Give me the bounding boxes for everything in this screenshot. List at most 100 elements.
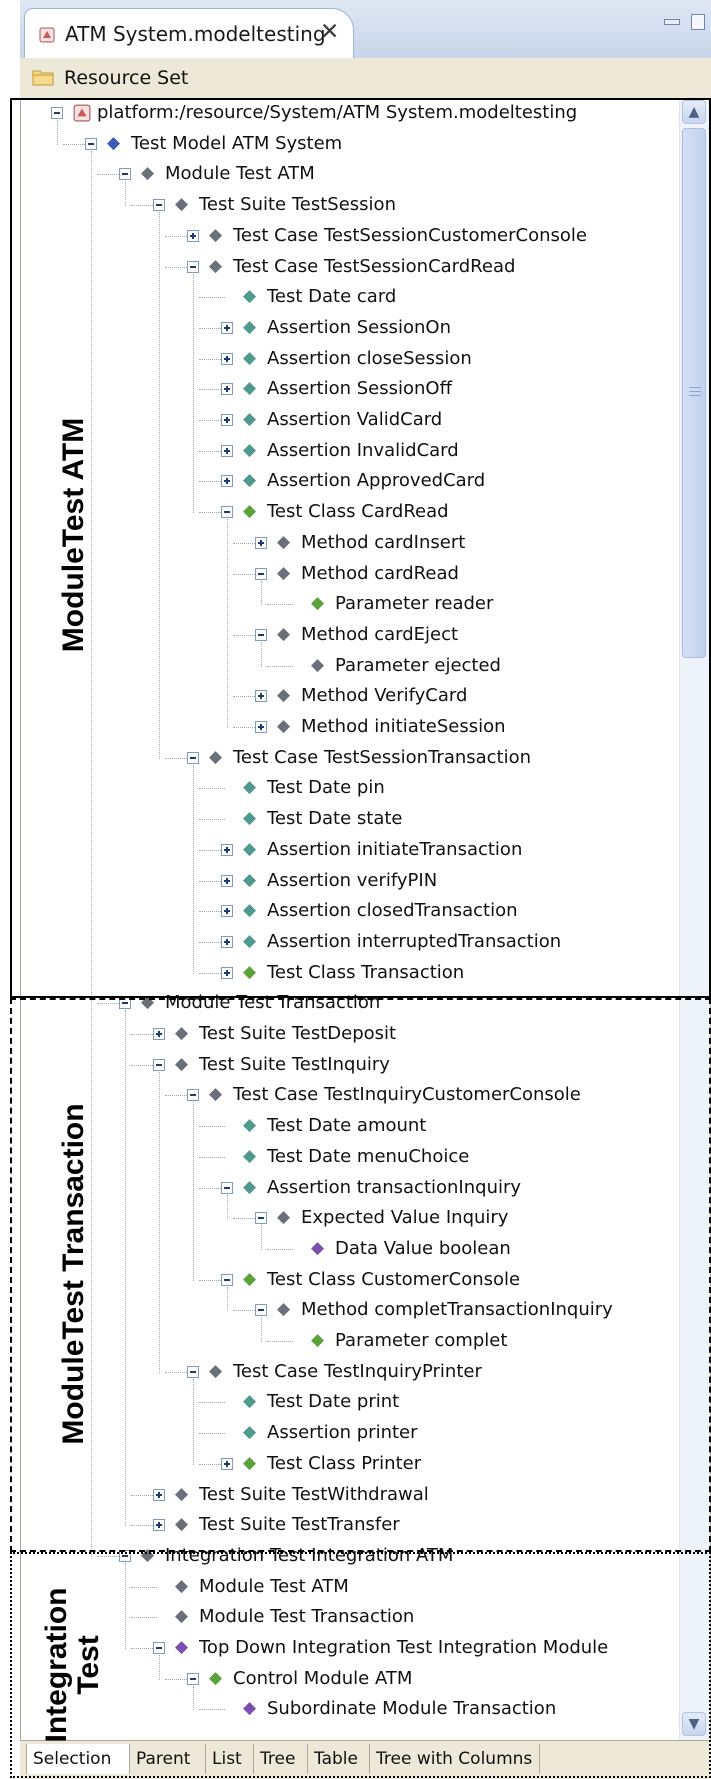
tree-node[interactable]: ◆ Module Test Transaction <box>21 1604 681 1634</box>
collapse-icon[interactable] <box>255 628 267 641</box>
tab-tree-with-columns[interactable]: Tree with Columns <box>370 1744 540 1774</box>
tree-node[interactable]: ◆ Test Date card <box>21 284 681 314</box>
collapse-icon[interactable] <box>187 260 199 273</box>
tree-node[interactable]: ◆ Parameter reader <box>21 591 681 621</box>
collapse-icon[interactable] <box>255 1212 267 1225</box>
tree-node[interactable]: ◆ Assertion transactionInquiry <box>21 1175 681 1205</box>
tree-node[interactable]: ◆ Integration Test Integration ATM <box>21 1543 681 1573</box>
tab-list[interactable]: List <box>206 1744 254 1774</box>
expand-icon[interactable] <box>221 444 233 457</box>
tree-node[interactable]: ◆ Method cardInsert <box>21 530 681 560</box>
expand-icon[interactable] <box>153 1488 165 1501</box>
tree-node[interactable]: ◆ Assertion closedTransaction <box>21 898 681 928</box>
collapse-icon[interactable] <box>187 1089 199 1102</box>
tree-node[interactable]: ◆ Test Suite TestTransfer <box>21 1512 681 1542</box>
tree-node[interactable]: ◆ Test Suite TestWithdrawal <box>21 1482 681 1512</box>
tree-node[interactable]: ◆ Subordinate Module Transaction <box>21 1696 681 1726</box>
tree-node[interactable]: ◆ Test Date state <box>21 806 681 836</box>
tree-node[interactable]: ◆ Assertion SessionOn <box>21 315 681 345</box>
collapse-icon[interactable] <box>221 1181 233 1194</box>
expand-icon[interactable] <box>221 966 233 979</box>
expand-icon[interactable] <box>153 1519 165 1532</box>
tree-node[interactable]: ◆ Test Case TestInquiryPrinter <box>21 1359 681 1389</box>
expand-icon[interactable] <box>221 935 233 948</box>
collapse-icon[interactable] <box>51 107 63 119</box>
tree-node[interactable]: ◆ Assertion SessionOff <box>21 376 681 406</box>
scroll-up-icon[interactable]: ▲ <box>682 100 706 124</box>
collapse-icon[interactable] <box>119 1549 131 1562</box>
editor-tab[interactable]: ATM System.modeltesting ✕ <box>24 8 354 58</box>
tab-parent[interactable]: Parent <box>130 1744 206 1774</box>
collapse-icon[interactable] <box>187 751 199 764</box>
tree-node[interactable]: ◆ Assertion ValidCard <box>21 407 681 437</box>
maximize-icon[interactable] <box>691 13 705 30</box>
expand-icon[interactable] <box>187 229 199 242</box>
tree-node[interactable]: ◆ Method completTransactionInquiry <box>21 1297 681 1327</box>
tree-node[interactable]: ◆ Module Test ATM <box>21 1574 681 1604</box>
tree-node[interactable]: ◆ Test Case TestSessionCustomerConsole <box>21 223 681 253</box>
collapse-icon[interactable] <box>255 1304 267 1317</box>
tree-node[interactable]: ◆ Method cardRead <box>21 561 681 591</box>
expand-icon[interactable] <box>221 475 233 488</box>
tab-tree[interactable]: Tree <box>254 1744 308 1774</box>
tree-node[interactable]: ◆ Test Case TestSessionTransaction <box>21 745 681 775</box>
tree-node[interactable]: ◆ Parameter complet <box>21 1328 681 1358</box>
expand-icon[interactable] <box>255 721 267 733</box>
expand-icon[interactable] <box>255 536 267 549</box>
tree-node[interactable]: ◆ Test Suite TestSession <box>21 192 681 222</box>
tree-node[interactable]: ◆ Top Down Integration Test Integration M… <box>21 1635 681 1665</box>
expand-icon[interactable] <box>221 383 233 396</box>
collapse-icon[interactable] <box>153 1642 165 1654</box>
tree-node[interactable]: ◆ Test Date pin <box>21 775 681 805</box>
tree-node[interactable]: ◆ Assertion closeSession <box>21 346 681 376</box>
close-icon[interactable]: ✕ <box>320 19 339 45</box>
expand-icon[interactable] <box>255 690 267 703</box>
collapse-icon[interactable] <box>119 997 131 1010</box>
collapse-icon[interactable] <box>187 1365 199 1378</box>
tree-node[interactable]: ◆ Test Date print <box>21 1389 681 1419</box>
tree-node[interactable]: ◆ Assertion verifyPIN <box>21 868 681 898</box>
tree-node[interactable]: ◆ Assertion interruptedTransaction <box>21 929 681 959</box>
tree-node[interactable]: ◆ Expected Value Inquiry <box>21 1205 681 1235</box>
expand-icon[interactable] <box>153 1028 165 1040</box>
collapse-icon[interactable] <box>221 1273 233 1286</box>
tree-node[interactable]: ◆ Test Suite TestDeposit <box>21 1021 681 1051</box>
tree-node[interactable]: ◆ Test Suite TestInquiry <box>21 1052 681 1082</box>
expand-icon[interactable] <box>221 905 233 918</box>
collapse-icon[interactable] <box>255 567 267 580</box>
tree-node[interactable]: ◆ Assertion initiateTransaction <box>21 837 681 867</box>
minimize-icon[interactable] <box>664 18 681 25</box>
expand-icon[interactable] <box>221 874 233 887</box>
tree-node[interactable]: ◆ Test Class CustomerConsole <box>21 1267 681 1297</box>
tab-table[interactable]: Table <box>308 1744 370 1774</box>
tree-node[interactable]: ◆ Test Case TestSessionCardRead <box>21 254 681 284</box>
collapse-icon[interactable] <box>153 199 165 212</box>
tree-node[interactable]: ◆ Test Date amount <box>21 1113 681 1143</box>
collapse-icon[interactable] <box>187 1672 199 1685</box>
scrollbar-thumb[interactable] <box>682 128 706 658</box>
tree-node[interactable]: ◆ Method initiateSession <box>21 714 681 744</box>
tree-node[interactable]: ◆ Test Class CardRead <box>21 499 681 529</box>
tree-node[interactable]: platform:/resource/System/ATM System.mod… <box>21 100 681 130</box>
collapse-icon[interactable] <box>221 506 233 519</box>
tree-node[interactable]: ◆ Module Test ATM <box>21 161 681 191</box>
tree-node[interactable]: ◆ Test Class Printer <box>21 1451 681 1481</box>
tree-node[interactable]: ◆ Assertion InvalidCard <box>21 438 681 468</box>
expand-icon[interactable] <box>221 414 233 426</box>
collapse-icon[interactable] <box>153 1058 165 1071</box>
scroll-down-icon[interactable]: ▼ <box>682 1712 706 1736</box>
expand-icon[interactable] <box>221 352 233 365</box>
tree-node[interactable]: ◆ Test Class Transaction <box>21 960 681 990</box>
tree-node[interactable]: ◆ Method cardEject <box>21 622 681 652</box>
tree-node[interactable]: ◆ Parameter ejected <box>21 653 681 683</box>
collapse-icon[interactable] <box>85 137 97 150</box>
tree-node[interactable]: ◆ Test Model ATM System <box>21 131 681 161</box>
collapse-icon[interactable] <box>119 168 131 181</box>
tree-node[interactable]: ◆ Data Value boolean <box>21 1236 681 1266</box>
expand-icon[interactable] <box>221 843 233 856</box>
expand-icon[interactable] <box>221 1457 233 1470</box>
tree-node[interactable]: ◆ Module Test Transaction <box>21 990 681 1020</box>
tree-node[interactable]: ◆ Test Date menuChoice <box>21 1144 681 1174</box>
tree-node[interactable]: ◆ Assertion printer <box>21 1420 681 1450</box>
tree-node[interactable]: ◆ Method VerifyCard <box>21 683 681 713</box>
